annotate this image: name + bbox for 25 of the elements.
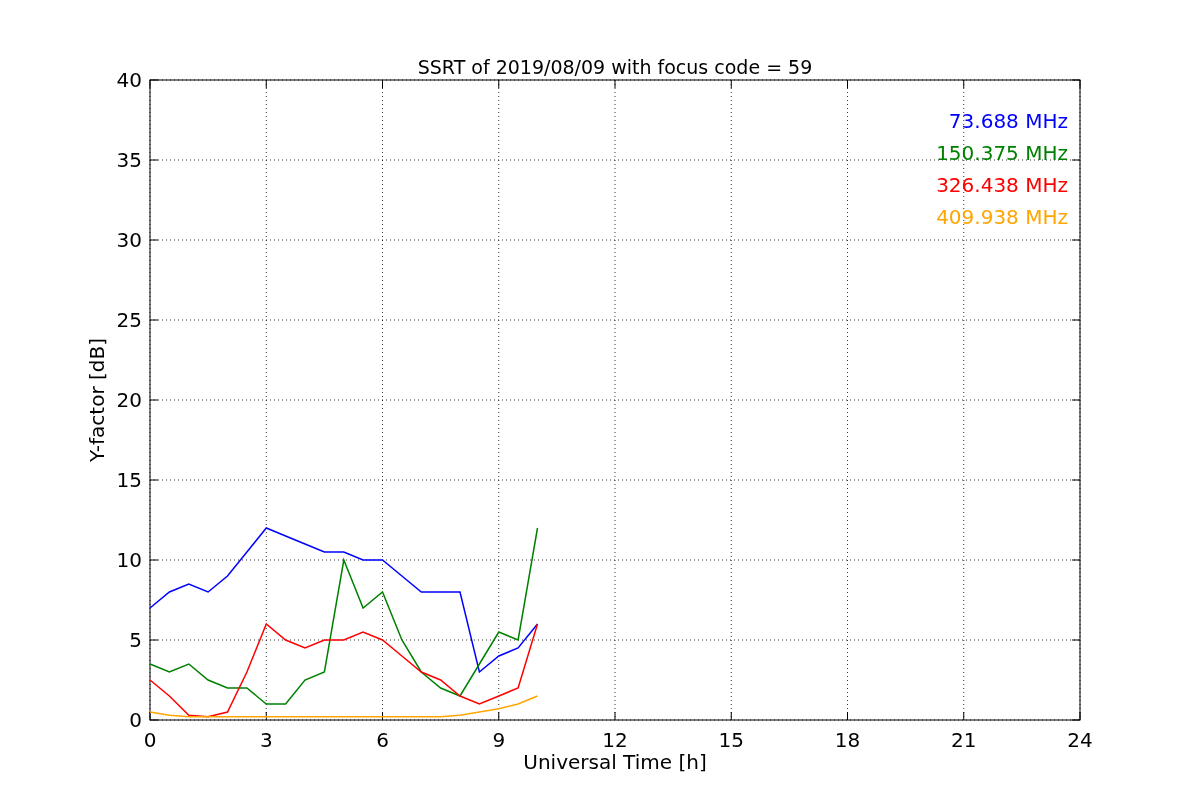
x-tick-label: 21 <box>951 728 977 752</box>
x-tick-label: 9 <box>492 728 506 752</box>
legend-label: 150.375 MHz <box>936 141 1068 165</box>
y-tick-label: 5 <box>129 628 142 652</box>
y-tick-label: 35 <box>116 148 142 172</box>
x-axis-label: Universal Time [h] <box>523 750 707 774</box>
y-tick-label: 10 <box>116 548 142 572</box>
x-tick-label: 6 <box>376 728 389 752</box>
y-tick-label: 25 <box>116 308 142 332</box>
y-tick-label: 20 <box>116 388 142 412</box>
y-axis-label: Y-factor [dB] <box>85 338 109 462</box>
legend-label: 409.938 MHz <box>936 205 1068 229</box>
chart-title: SSRT of 2019/08/09 with focus code = 59 <box>417 56 813 78</box>
legend-label: 73.688 MHz <box>948 109 1068 133</box>
y-tick-label: 0 <box>129 708 142 732</box>
x-tick-label: 0 <box>143 728 157 752</box>
x-tick-label: 18 <box>834 728 861 752</box>
y-tick-label: 15 <box>116 468 142 492</box>
x-tick-label: 3 <box>259 728 273 752</box>
x-tick-label: 24 <box>1067 728 1093 752</box>
y-tick-label: 40 <box>116 68 142 92</box>
x-tick-label: 15 <box>718 728 744 752</box>
x-tick-label: 12 <box>602 728 628 752</box>
y-tick-label: 30 <box>116 228 142 252</box>
legend-label: 326.438 MHz <box>936 173 1068 197</box>
